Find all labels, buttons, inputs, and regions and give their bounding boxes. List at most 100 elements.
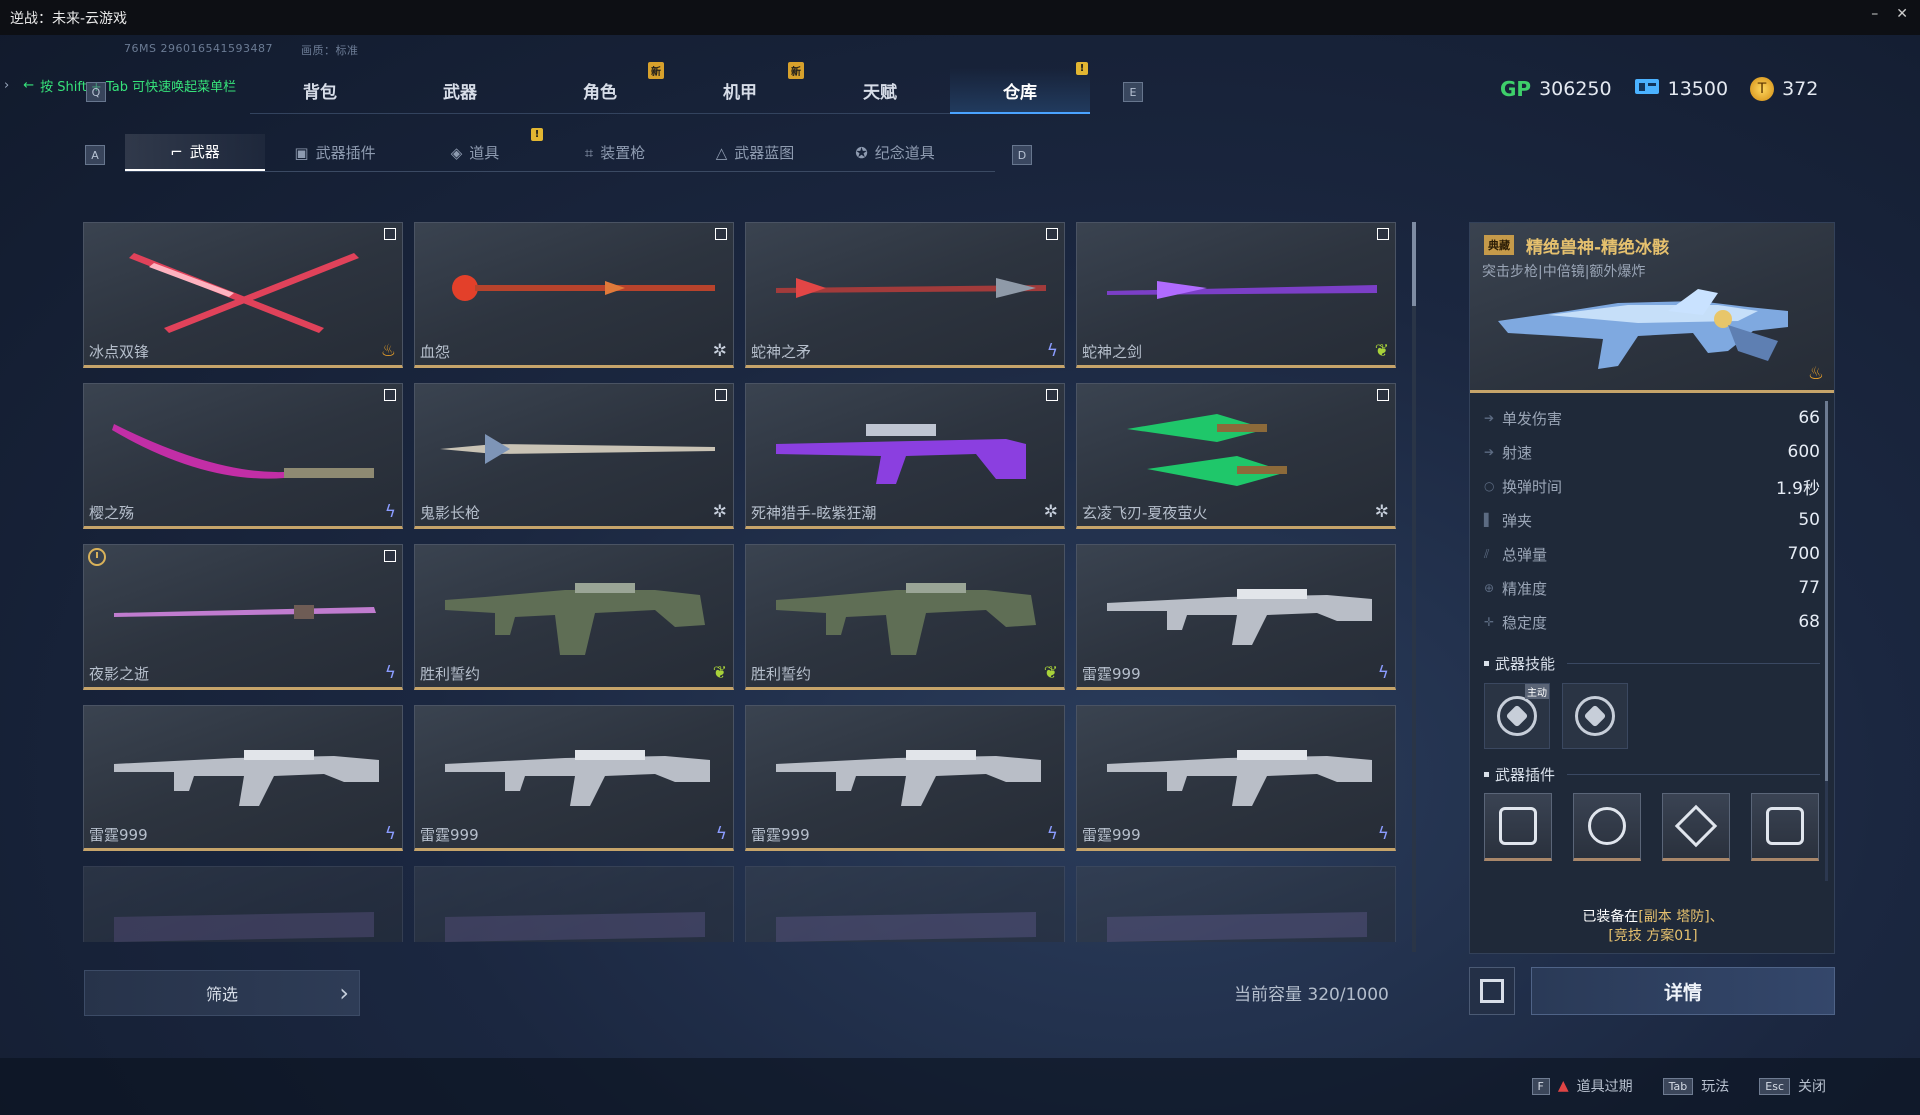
share-button[interactable] xyxy=(1469,967,1515,1015)
stat-row: ✛ 稳定度 68 xyxy=(1470,605,1836,639)
bottom-actions: F ▲ 道具过期 Tab 玩法 Esc 关闭 xyxy=(1531,1076,1826,1096)
grid-scrollbar[interactable] xyxy=(1412,222,1416,952)
item-name: 雷霆999 xyxy=(89,826,148,844)
gp-currency[interactable]: GP 306250 xyxy=(1500,77,1612,101)
expand-chevron-icon[interactable]: › xyxy=(4,78,9,93)
inventory-item-card[interactable] xyxy=(83,866,403,942)
weapon-detail-panel: 典藏 精绝兽神-精绝冰骸 突击步枪|中倍镜|额外爆炸 ♨ ➔ 单发伤害 66 ➔ 射速… xyxy=(1469,222,1835,954)
blueprint-icon: △ xyxy=(715,143,728,162)
inventory-item-card[interactable]: 樱之殇 ϟ xyxy=(83,383,403,529)
prev-subtab-key[interactable]: A xyxy=(85,145,105,165)
plugin-slot[interactable] xyxy=(1573,793,1641,861)
inventory-item-card[interactable]: 死神猎手-眩紫狂潮 ✲ xyxy=(745,383,1065,529)
coin-currency[interactable]: T 372 xyxy=(1750,76,1818,101)
close-window-button[interactable]: ✕ xyxy=(1896,6,1908,22)
inventory-item-card[interactable]: 胜利誓约 ❦ xyxy=(745,544,1065,690)
key-esc: Esc xyxy=(1759,1077,1790,1095)
equipped-info: 已装备在[副本 塔防]、 [竞技 方案01] xyxy=(1470,908,1836,946)
snowflake-rarity-icon: ✲ xyxy=(712,502,727,522)
prev-tab-key[interactable]: Q xyxy=(86,82,106,102)
coin-icon: T xyxy=(1750,76,1775,101)
subtab-label: 装置枪 xyxy=(600,144,646,162)
clock-icon xyxy=(88,548,106,566)
minimize-button[interactable]: – xyxy=(1871,6,1878,22)
weapon-thumbnail-image xyxy=(445,912,705,942)
subtab-blueprints[interactable]: △ 武器蓝图 xyxy=(685,134,825,171)
scroll-thumb[interactable] xyxy=(1412,222,1416,306)
details-button[interactable]: 详情 xyxy=(1531,967,1835,1015)
stat-row: ➔ 射速 600 xyxy=(1470,435,1836,469)
inventory-item-card[interactable]: 雷霆999 ϟ xyxy=(83,705,403,851)
stat-row: ▌ 弹夹 50 xyxy=(1470,503,1836,537)
close-action[interactable]: Esc 关闭 xyxy=(1759,1076,1826,1096)
inventory-item-card[interactable]: 冰点双锋 ♨ xyxy=(83,222,403,368)
inventory-item-card[interactable]: 雷霆999 ϟ xyxy=(414,705,734,851)
inventory-item-card[interactable]: 血怨 ✲ xyxy=(414,222,734,368)
quality-tag: 典藏 xyxy=(1484,235,1514,255)
tab-weapons[interactable]: 武器 xyxy=(390,68,530,114)
skill-slot[interactable]: 主动 xyxy=(1484,683,1550,749)
select-checkbox[interactable] xyxy=(384,228,396,240)
subtab-device-guns[interactable]: ⌗ 装置枪 xyxy=(545,134,685,171)
inventory-item-card[interactable] xyxy=(414,866,734,942)
stat-value: 66 xyxy=(1798,408,1820,428)
select-checkbox[interactable] xyxy=(715,389,727,401)
stat-row: ➔ 单发伤害 66 xyxy=(1470,401,1836,435)
ammo-icon: ⫽ xyxy=(1484,546,1490,561)
subtab-label: 道具 xyxy=(469,144,500,162)
skills-section-title: 武器技能 xyxy=(1484,653,1820,674)
gameplay-action[interactable]: Tab 玩法 xyxy=(1662,1076,1729,1096)
subtab-items[interactable]: ◈ 道具! xyxy=(405,128,545,171)
plugin-slot[interactable] xyxy=(1662,793,1730,861)
expired-items-action[interactable]: F ▲ 道具过期 xyxy=(1531,1076,1633,1096)
select-checkbox[interactable] xyxy=(384,550,396,562)
inventory-item-card[interactable] xyxy=(1076,866,1396,942)
select-checkbox[interactable] xyxy=(1377,389,1389,401)
inventory-item-card[interactable]: 雷霆999 ϟ xyxy=(1076,544,1396,690)
plugin-slot[interactable] xyxy=(1484,793,1552,861)
subtab-label: 纪念道具 xyxy=(874,144,935,162)
select-checkbox[interactable] xyxy=(384,389,396,401)
plugin-slot[interactable] xyxy=(1751,793,1819,861)
tab-characters[interactable]: 角色 新 xyxy=(530,62,670,114)
weapon-title: 精绝兽神-精绝冰骸 xyxy=(1526,238,1670,258)
inventory-item-card[interactable]: 雷霆999 ϟ xyxy=(1076,705,1396,851)
tab-mecha[interactable]: 机甲 新 xyxy=(670,62,810,114)
detail-scrollbar[interactable] xyxy=(1825,401,1828,881)
inventory-item-card[interactable]: 蛇神之剑 ❦ xyxy=(1076,222,1396,368)
skill-slot[interactable] xyxy=(1562,683,1628,749)
inventory-item-card[interactable]: 雷霆999 ϟ xyxy=(745,705,1065,851)
key-tab: Tab xyxy=(1662,1077,1694,1095)
select-checkbox[interactable] xyxy=(715,228,727,240)
inventory-item-card[interactable] xyxy=(745,866,1065,942)
subtab-mementos[interactable]: ✪ 纪念道具 xyxy=(825,134,965,171)
inventory-item-card[interactable]: 夜影之逝 ϟ xyxy=(83,544,403,690)
select-checkbox[interactable] xyxy=(1046,228,1058,240)
subtab-weapon-plugins[interactable]: ▣ 武器插件 xyxy=(265,134,405,171)
filter-button[interactable]: 筛选 › xyxy=(84,970,360,1016)
tab-backpack[interactable]: 背包 xyxy=(250,68,390,114)
stat-value: 700 xyxy=(1787,544,1820,564)
lightning-rarity-icon: ϟ xyxy=(384,663,396,683)
tab-talent[interactable]: 天赋 xyxy=(810,68,950,114)
tab-warehouse[interactable]: 仓库! xyxy=(950,62,1090,114)
accuracy-icon: ⊕ xyxy=(1484,581,1495,595)
select-checkbox[interactable] xyxy=(1377,228,1389,240)
subtab-weapons[interactable]: ⌐ 武器 xyxy=(125,134,265,171)
inventory-item-card[interactable]: 胜利誓约 ❦ xyxy=(414,544,734,690)
damage-icon: ➔ xyxy=(1484,411,1495,425)
inventory-item-card[interactable]: 蛇神之矛 ϟ xyxy=(745,222,1065,368)
shortcut-hint[interactable]: › ← 按 Shift + Tab 可快速唤起菜单栏 xyxy=(0,74,236,96)
action-label: 道具过期 xyxy=(1576,1079,1633,1095)
next-subtab-key[interactable]: D xyxy=(1012,145,1032,165)
inventory-item-card[interactable]: 玄凌飞刃-夏夜萤火 ✲ xyxy=(1076,383,1396,529)
snowflake-rarity-icon: ✲ xyxy=(712,341,727,361)
tab-label: 武器 xyxy=(443,83,477,103)
voucher-currency[interactable]: 13500 xyxy=(1634,76,1728,101)
item-name: 蛇神之剑 xyxy=(1082,343,1143,361)
alert-badge: ! xyxy=(531,128,543,141)
sub-tab-bar: ⌐ 武器 ▣ 武器插件 ◈ 道具! ⌗ 装置枪 △ 武器蓝图 ✪ 纪念道具 xyxy=(125,128,995,172)
inventory-item-card[interactable]: 鬼影长枪 ✲ xyxy=(414,383,734,529)
next-tab-key[interactable]: E xyxy=(1123,82,1143,102)
select-checkbox[interactable] xyxy=(1046,389,1058,401)
